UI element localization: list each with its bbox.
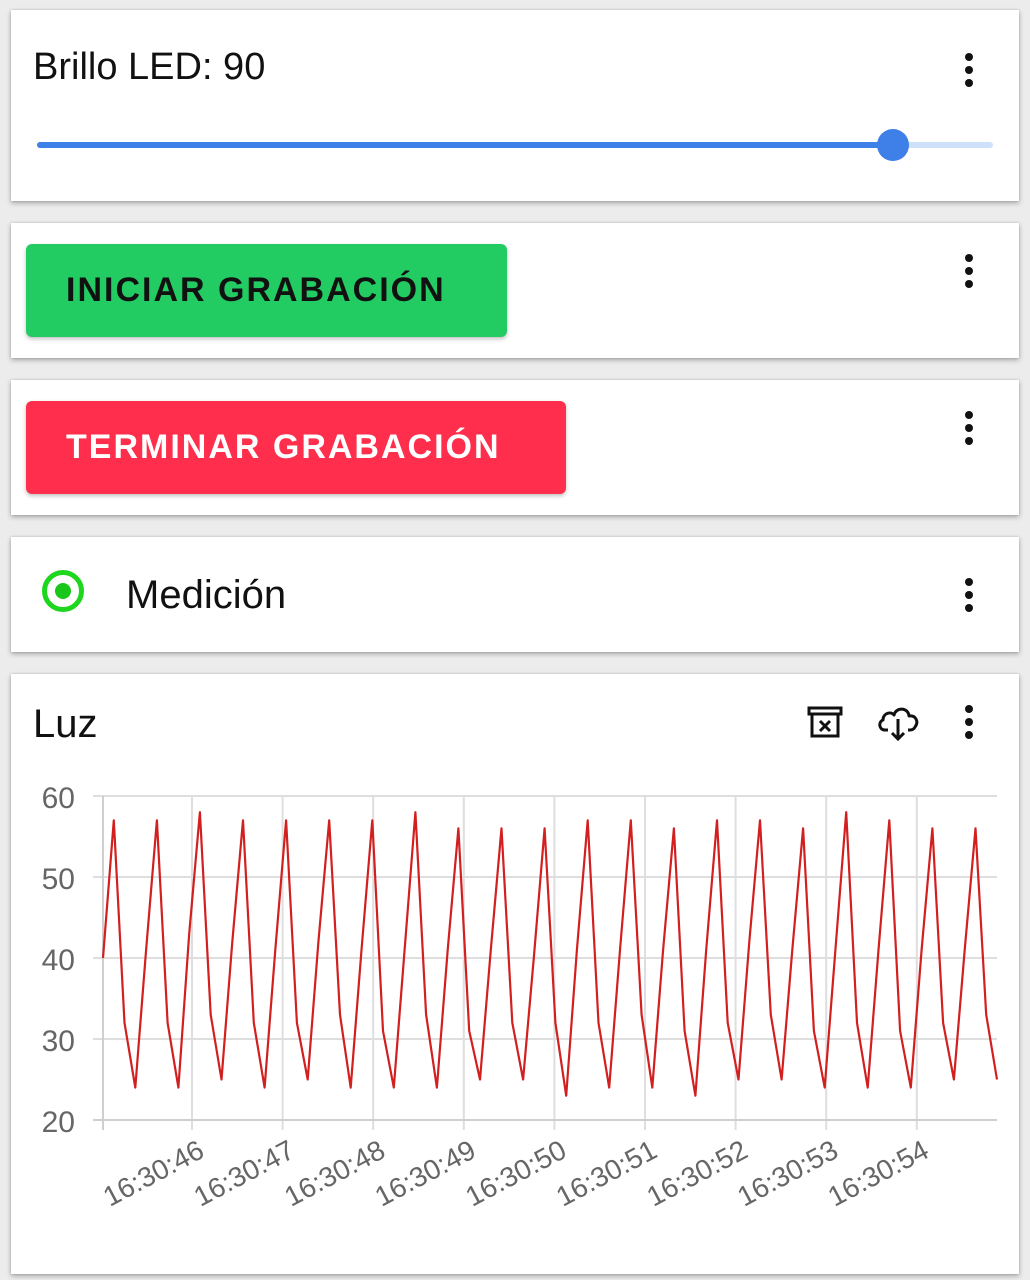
slider-thumb[interactable]: [876, 129, 909, 161]
status-label: Medición: [126, 573, 287, 617]
led-brightness-slider[interactable]: [37, 129, 993, 161]
status-led-icon: [42, 570, 84, 612]
stop-recording-button[interactable]: TERMINAR GRABACIÓN: [26, 401, 566, 494]
x-tick-label: 16:30:51: [551, 1134, 662, 1213]
x-tick-label: 16:30:48: [279, 1134, 390, 1213]
x-tick-label: 16:30:53: [732, 1134, 843, 1213]
light-chart-card: Luz 20 30 40 50 60 16:30:46 16:30:47 16:30:48 16…: [11, 674, 1019, 1274]
slider-fill: [37, 142, 893, 148]
y-tick-label: 60: [42, 782, 75, 815]
x-tick-label: 16:30:52: [642, 1134, 753, 1213]
x-tick-label: 16:30:50: [460, 1134, 571, 1213]
x-tick-label: 16:30:47: [189, 1134, 300, 1213]
more-vert-icon[interactable]: [949, 408, 989, 448]
more-vert-icon[interactable]: [949, 251, 989, 291]
y-tick-label: 20: [42, 1106, 75, 1139]
led-brightness-label: Brillo LED: 90: [33, 46, 266, 88]
measurement-status-card: Medición: [11, 537, 1019, 652]
series-line: [101, 811, 999, 1097]
led-brightness-card: Brillo LED: 90: [11, 10, 1019, 201]
x-tick-label: 16:30:54: [823, 1134, 934, 1213]
more-vert-icon[interactable]: [949, 50, 989, 90]
y-tick-label: 40: [42, 944, 75, 977]
y-tick-label: 50: [42, 863, 75, 896]
stop-recording-card: TERMINAR GRABACIÓN: [11, 380, 1019, 515]
more-vert-icon[interactable]: [949, 575, 989, 615]
x-tick-label: 16:30:46: [98, 1134, 209, 1213]
y-tick-label: 30: [42, 1025, 75, 1058]
light-line-chart: 203040506016:30:4616:30:4716:30:4816:30:…: [42, 782, 999, 1213]
x-tick-label: 16:30:49: [370, 1134, 481, 1213]
start-recording-button[interactable]: INICIAR GRABACIÓN: [26, 244, 507, 337]
start-recording-card: INICIAR GRABACIÓN: [11, 223, 1019, 358]
status-led-dot: [55, 583, 71, 599]
